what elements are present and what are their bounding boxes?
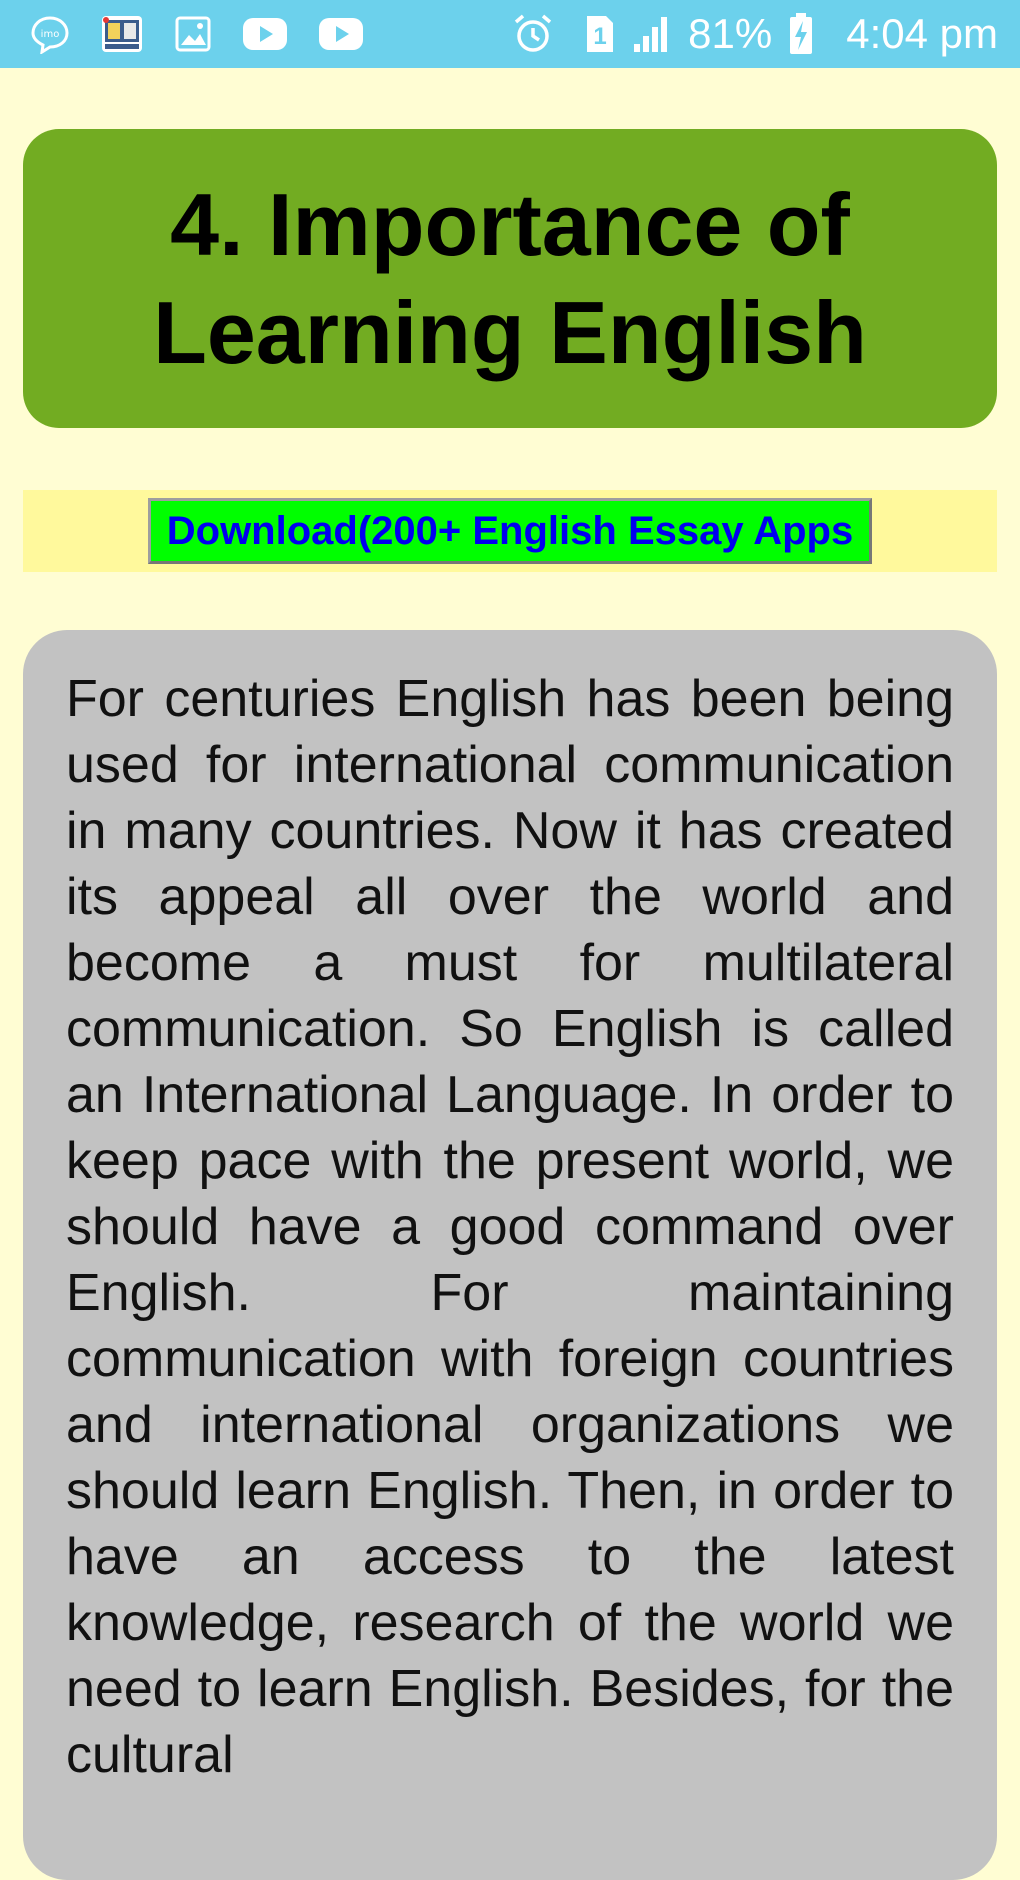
svg-text:imo: imo <box>41 29 60 40</box>
battery-charging-icon <box>788 12 814 56</box>
page-title: 4. Importance of Learning English <box>153 174 867 382</box>
sim-1-icon: 1 <box>584 13 616 55</box>
system-status: 1 81% 4:04 pm <box>512 8 998 60</box>
download-banner: Download(200+ English Essay Apps <box>23 490 997 572</box>
dictionary-app-icon <box>100 14 144 54</box>
imo-icon: imo <box>30 14 70 54</box>
alarm-icon <box>512 13 554 55</box>
clock: 4:04 pm <box>846 10 998 57</box>
battery-percentage: 81% <box>688 10 773 57</box>
youtube-icon <box>318 17 364 51</box>
download-apps-button[interactable]: Download(200+ English Essay Apps <box>148 498 872 564</box>
signal-icon <box>632 14 672 54</box>
essay-body: For centuries English has been being use… <box>66 670 954 1784</box>
svg-text:1: 1 <box>593 23 606 50</box>
title-card: 4. Importance of Learning English <box>23 129 997 428</box>
notification-icons: imo <box>30 12 364 56</box>
gallery-icon <box>174 15 212 53</box>
status-bar: imo 1 81% 4:04 pm <box>0 0 1020 68</box>
youtube-icon <box>242 17 288 51</box>
essay-card: For centuries English has been being use… <box>23 630 997 1880</box>
